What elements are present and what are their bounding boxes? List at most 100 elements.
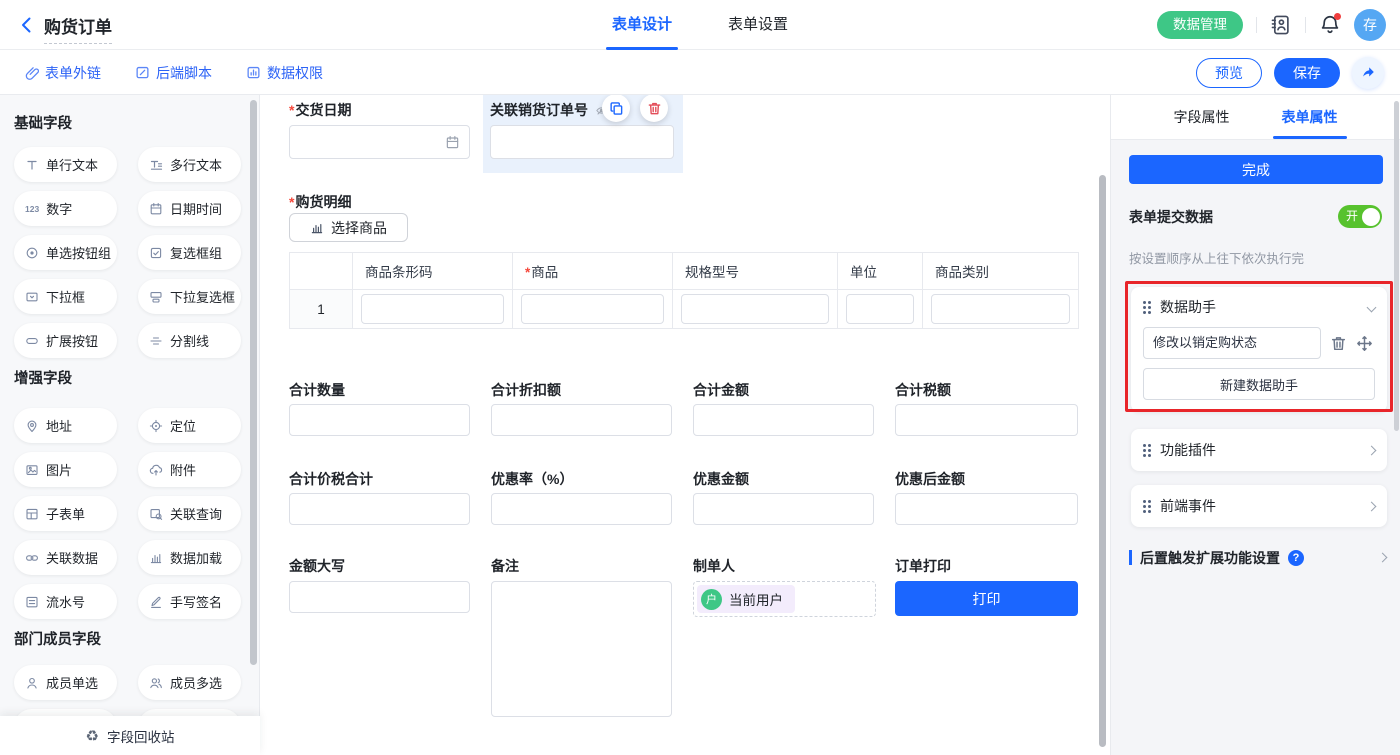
drag-handle-icon[interactable] (1143, 444, 1151, 457)
drag-handle-icon[interactable] (1143, 301, 1151, 314)
canvas-scrollbar[interactable] (1099, 175, 1106, 747)
post-trigger-settings-link[interactable]: 后置触发扩展功能设置 ? (1129, 547, 1386, 568)
chip-address[interactable]: 地址 (14, 408, 117, 443)
drag-handle-icon[interactable] (1143, 500, 1151, 513)
chip-subform[interactable]: 子表单 (14, 496, 117, 531)
tab-form-design[interactable]: 表单设计 (612, 0, 672, 50)
unit-input[interactable] (846, 294, 914, 324)
product-input[interactable] (521, 294, 664, 324)
user-avatar[interactable]: 存 (1354, 9, 1386, 41)
total-tax-label: 合计税额 (895, 380, 951, 400)
selected-field-linked-order[interactable]: 关联销货订单号 (483, 95, 683, 173)
category-input[interactable] (931, 294, 1070, 324)
select-product-button[interactable]: 选择商品 (289, 213, 408, 242)
total-with-tax-input[interactable] (289, 493, 470, 525)
chevron-right-icon (1367, 445, 1377, 455)
chip-multi-line-text[interactable]: 多行文本 (138, 147, 241, 182)
chip-data-load[interactable]: 数据加载 (138, 540, 241, 575)
chip-checkbox-group[interactable]: 复选框组 (138, 235, 241, 270)
chip-linked-query[interactable]: 关联查询 (138, 496, 241, 531)
move-assistant-icon[interactable] (1356, 335, 1373, 352)
total-qty-input[interactable] (289, 404, 470, 436)
chip-serial-number[interactable]: 流水号 (14, 584, 117, 619)
copy-field-button[interactable] (602, 94, 630, 122)
discount-amount-input[interactable] (693, 493, 874, 525)
data-assistant-header[interactable]: 数据助手 (1131, 287, 1387, 327)
help-icon[interactable]: ? (1288, 550, 1304, 566)
chip-extend-button[interactable]: 扩展按钮 (14, 323, 117, 358)
chip-image[interactable]: 图片 (14, 452, 117, 487)
back-button[interactable] (16, 14, 38, 36)
remark-textarea[interactable] (491, 581, 672, 717)
recycle-icon: ♻ (86, 727, 99, 745)
chip-multi-select[interactable]: 下拉复选框 (138, 279, 241, 314)
remark-label: 备注 (491, 556, 519, 576)
total-amount-input[interactable] (693, 404, 874, 436)
chip-divider[interactable]: 分割线 (138, 323, 241, 358)
sidebar-scrollbar[interactable] (250, 100, 257, 665)
chip-number[interactable]: 123数字 (14, 191, 117, 226)
barcode-input[interactable] (361, 294, 504, 324)
chip-single-line-text[interactable]: 单行文本 (14, 147, 117, 182)
delete-field-button[interactable] (640, 94, 668, 122)
new-assistant-button[interactable]: 新建数据助手 (1143, 368, 1375, 400)
done-button[interactable]: 完成 (1129, 155, 1383, 184)
total-amount-label: 合计金额 (693, 380, 749, 400)
delivery-date-input[interactable] (289, 125, 470, 159)
tab-form-settings[interactable]: 表单设置 (728, 0, 788, 50)
textarea-icon (149, 158, 163, 172)
total-tax-input[interactable] (895, 404, 1078, 436)
notification-badge (1334, 13, 1341, 20)
external-link-button[interactable]: 表单外链 (24, 63, 101, 83)
linked-order-input[interactable] (490, 125, 674, 159)
contacts-icon[interactable] (1270, 14, 1292, 36)
notification-bell-icon[interactable] (1319, 14, 1341, 36)
user-tag-avatar: 户 (701, 589, 722, 610)
number-icon: 123 (25, 204, 39, 214)
field-recycle-bin[interactable]: ♻ 字段回收站 (0, 716, 260, 755)
data-assistant-card[interactable]: 数据助手 修改以销定购状态 新建数据助手 (1131, 287, 1387, 412)
data-permission-button[interactable]: 数据权限 (246, 63, 323, 83)
chip-member-multi[interactable]: 成员多选 (138, 665, 241, 700)
chip-linked-data[interactable]: 关联数据 (14, 540, 117, 575)
linked-order-label: 关联销货订单号 (490, 100, 588, 120)
data-manage-button[interactable]: 数据管理 (1157, 11, 1243, 39)
preview-button[interactable]: 预览 (1196, 58, 1262, 88)
amount-words-label: 金额大写 (289, 556, 345, 576)
chip-datetime[interactable]: 日期时间 (138, 191, 241, 226)
creator-field[interactable]: 户 当前用户 (693, 581, 876, 617)
save-button[interactable]: 保存 (1274, 58, 1340, 88)
spec-input[interactable] (681, 294, 829, 324)
current-user-tag: 户 当前用户 (697, 585, 795, 613)
panel-scrollbar[interactable] (1394, 101, 1399, 431)
row-number: 1 (290, 290, 353, 329)
chip-attachment[interactable]: 附件 (138, 452, 241, 487)
print-button[interactable]: 打印 (895, 581, 1078, 616)
after-discount-input[interactable] (895, 493, 1078, 525)
frontend-event-card[interactable]: 前端事件 (1131, 485, 1387, 527)
backend-script-button[interactable]: 后端脚本 (135, 63, 212, 83)
total-discount-input[interactable] (491, 404, 672, 436)
delete-assistant-icon[interactable] (1330, 335, 1347, 352)
chevron-right-icon (1378, 553, 1388, 563)
chip-location[interactable]: 定位 (138, 408, 241, 443)
chip-radio-group[interactable]: 单选按钮组 (14, 235, 117, 270)
col-header-category: 商品类别 (923, 253, 1079, 290)
execute-order-hint: 按设置顺序从上往下依次执行完 (1129, 248, 1304, 267)
tab-field-properties[interactable]: 字段属性 (1174, 95, 1230, 139)
amount-words-input[interactable] (289, 581, 470, 613)
col-header-barcode: 商品条形码 (353, 253, 513, 290)
calendar-icon (445, 135, 460, 150)
chip-select[interactable]: 下拉框 (14, 279, 117, 314)
assistant-item-input[interactable]: 修改以销定购状态 (1143, 327, 1321, 359)
chip-signature[interactable]: 手写签名 (138, 584, 241, 619)
image-icon (25, 463, 39, 477)
share-button[interactable] (1352, 57, 1384, 89)
submit-data-toggle[interactable]: 开 (1338, 205, 1382, 228)
toolbar-links: 表单外链 后端脚本 数据权限 (24, 50, 323, 95)
chip-member-single[interactable]: 成员单选 (14, 665, 117, 700)
discount-rate-input[interactable] (491, 493, 672, 525)
plugin-card[interactable]: 功能插件 (1131, 429, 1387, 471)
dropdown-multi-icon (149, 290, 163, 304)
tab-form-properties[interactable]: 表单属性 (1282, 95, 1338, 139)
